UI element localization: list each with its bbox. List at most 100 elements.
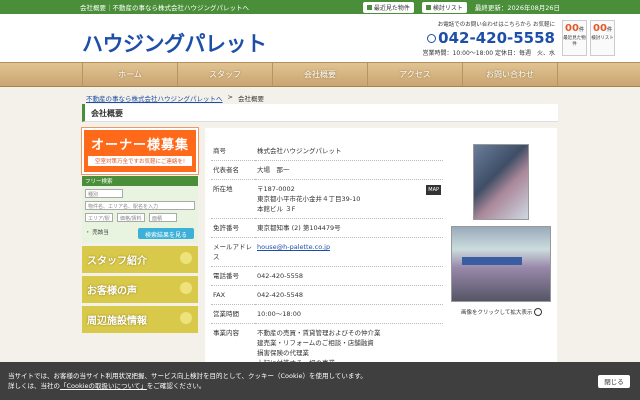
decor-icon	[180, 282, 192, 294]
search-button[interactable]: 検索結果を見る	[138, 228, 194, 239]
nav-staff[interactable]: スタッフ	[177, 63, 272, 86]
recent-icon	[366, 4, 372, 10]
breadcrumb-separator: >	[227, 93, 233, 101]
staff-banner-label: スタッフ紹介	[87, 256, 147, 267]
site-logo[interactable]: ハウジングパレット	[82, 28, 267, 58]
company-content: 商号 株式会社ハウジングパレット 代表者名 大場 那一 所在地 MAP 〒187-000…	[205, 128, 557, 388]
decor-icon	[180, 252, 192, 264]
table-row: 営業時間 10:00〜18:00	[211, 304, 443, 324]
site-tagline: 会社概要｜不動産の事なら株式会社ハウジングパレットへ	[80, 4, 249, 12]
phone-number[interactable]: 042-420-5558	[410, 29, 555, 47]
consider-label: 検討リスト	[432, 4, 463, 12]
nav-home[interactable]: ホーム	[82, 63, 177, 86]
consider-unit: 件	[606, 27, 612, 33]
owner-title: オーナー様募集	[90, 138, 189, 153]
cookie-policy-link[interactable]: 「Cookieの取扱いについて」	[60, 382, 147, 390]
company-info-table: 商号 株式会社ハウジングパレット 代表者名 大場 那一 所在地 MAP 〒187-000…	[211, 142, 443, 373]
header: ハウジングパレット お電話でのお問い合わせはこちらから お気軽に 042-420…	[0, 14, 640, 62]
row-key: 免許番号	[211, 218, 255, 238]
consider-counter[interactable]: 00件 検討リスト	[590, 20, 615, 56]
type-select[interactable]: 種別	[85, 189, 123, 198]
page-title: 会社概要	[82, 104, 558, 122]
caption-text: 画像をクリックして拡大表示	[461, 310, 533, 316]
row-value: 042-420-5548	[255, 285, 443, 305]
office-interior-photo[interactable]	[451, 226, 551, 302]
row-value: 東京都知事 (2) 第104479号	[255, 218, 443, 238]
table-row: 電話番号 042-420-5558	[211, 266, 443, 286]
table-row: 代表者名 大場 那一	[211, 160, 443, 180]
photo-caption: 画像をクリックして拡大表示	[461, 308, 543, 316]
top-bar: 会社概要｜不動産の事なら株式会社ハウジングパレットへ 最近見た物件 検討リスト …	[0, 0, 640, 14]
sidebar: オーナー様募集 空室対策万全ですお気軽にご連絡を! フリー検索 種別 物件名、エ…	[81, 127, 199, 333]
address-text: 〒187-0002 東京都小平市花小金井４丁目39-10 本館ビル ３F	[257, 185, 361, 213]
magnifier-icon[interactable]	[534, 308, 543, 316]
contact-block: お電話でのお問い合わせはこちらから お気軽に 042-420-5558 営業時間…	[410, 20, 556, 57]
owner-recruit-banner[interactable]: オーナー様募集 空室対策万全ですお気軽にご連絡を!	[81, 127, 199, 175]
sold-checkbox[interactable]: ・ 売該当	[85, 228, 109, 236]
table-row: 所在地 MAP 〒187-0002 東京都小平市花小金井４丁目39-10 本館ビル …	[211, 179, 443, 219]
free-search-header: フリー検索	[82, 176, 198, 186]
list-icon	[425, 4, 431, 10]
area-select[interactable]: エリア/駅	[85, 213, 113, 222]
staff-banner[interactable]: スタッフ紹介	[82, 246, 198, 273]
recent-unit: 件	[578, 27, 584, 33]
nav-access[interactable]: アクセス	[367, 63, 462, 86]
cookie-text-line1: 当サイトでは、お客様の当サイト利用状況把握、サービス向上検討を目的として、クッキ…	[8, 372, 367, 380]
price-select[interactable]: 価格/賃料	[117, 213, 145, 222]
table-row: FAX 042-420-5548	[211, 285, 443, 305]
row-key: 代表者名	[211, 160, 255, 180]
cookie-text-line2: 詳しくは、当社の「Cookieの取扱いについて」をご確認ください。	[8, 381, 632, 391]
recent-items-link[interactable]: 最近見た物件	[362, 1, 414, 13]
table-row: メールアドレス house@h-palette.co.jp	[211, 237, 443, 267]
consider-list-link[interactable]: 検討リスト	[421, 1, 467, 13]
facilities-banner[interactable]: 周辺施設情報	[82, 306, 198, 333]
row-value: 10:00〜18:00	[255, 304, 443, 324]
row-value: 042-420-5558	[255, 266, 443, 286]
row-key: 商号	[211, 142, 255, 161]
cookie-close-button[interactable]: 閉じる	[598, 375, 630, 388]
recent-counter-label: 最近見た物件	[563, 36, 586, 47]
keyword-input[interactable]: 物件名、エリア名、駅名を入力	[85, 201, 195, 210]
consider-counter-label: 検討リスト	[591, 36, 614, 41]
breadcrumb-current: 会社概要	[237, 95, 264, 103]
phone-text: 042-420-5558	[438, 29, 555, 47]
row-key: FAX	[211, 285, 255, 305]
phone-icon	[427, 33, 437, 43]
row-key: 所在地	[211, 179, 255, 219]
contact-line: お電話でのお問い合わせはこちらから お気軽に	[437, 22, 555, 28]
free-search-form: 種別 物件名、エリア名、駅名を入力 エリア/駅 価格/賃料 面積 ・ 売該当 検…	[82, 186, 198, 243]
cookie-text-a: 詳しくは、当社の	[8, 382, 60, 390]
voice-banner[interactable]: お客様の声	[82, 276, 198, 303]
breadcrumb: 不動産の事なら株式会社ハウジングパレットへ > 会社概要	[86, 93, 264, 103]
main-nav: ホーム スタッフ 会社概要 アクセス お問い合わせ	[0, 62, 640, 87]
row-value: 株式会社ハウジングパレット	[255, 142, 443, 161]
business-hours: 営業時間：10:00〜18:00 定休日：毎週 火、水	[422, 50, 556, 57]
row-key: 電話番号	[211, 266, 255, 286]
owner-subtitle: 空室対策万全ですお気軽にご連絡を!	[88, 156, 192, 166]
nav-contact[interactable]: お問い合わせ	[462, 63, 558, 86]
recent-counter[interactable]: 00件 最近見た物件	[562, 20, 587, 56]
recent-label: 最近見た物件	[373, 4, 410, 12]
breadcrumb-home[interactable]: 不動産の事なら株式会社ハウジングパレットへ	[86, 93, 223, 103]
cookie-banner: 当サイトでは、お客様の当サイト利用状況把握、サービス向上検討を目的として、クッキ…	[0, 362, 640, 400]
voice-banner-label: お客様の声	[87, 286, 137, 297]
recent-count: 00	[565, 23, 579, 34]
map-button[interactable]: MAP	[426, 185, 441, 195]
cookie-text-b: をご確認ください。	[146, 382, 206, 390]
row-value: 大場 那一	[255, 160, 443, 180]
decor-icon	[180, 312, 192, 324]
facilities-banner-label: 周辺施設情報	[87, 316, 147, 327]
consider-count: 00	[593, 23, 607, 34]
window-shape	[462, 257, 522, 265]
email-link[interactable]: house@h-palette.co.jp	[257, 243, 330, 251]
row-key: メールアドレス	[211, 237, 255, 267]
row-value: MAP 〒187-0002 東京都小平市花小金井４丁目39-10 本館ビル ３F	[255, 179, 443, 219]
nav-company[interactable]: 会社概要	[272, 63, 367, 86]
table-row: 免許番号 東京都知事 (2) 第104479号	[211, 218, 443, 238]
storefront-photo[interactable]	[473, 144, 529, 220]
size-select[interactable]: 面積	[149, 213, 177, 222]
row-key: 営業時間	[211, 304, 255, 324]
table-row: 商号 株式会社ハウジングパレット	[211, 142, 443, 161]
last-updated: 最終更新：2026年08月26日	[474, 4, 560, 12]
row-value: house@h-palette.co.jp	[255, 237, 443, 267]
